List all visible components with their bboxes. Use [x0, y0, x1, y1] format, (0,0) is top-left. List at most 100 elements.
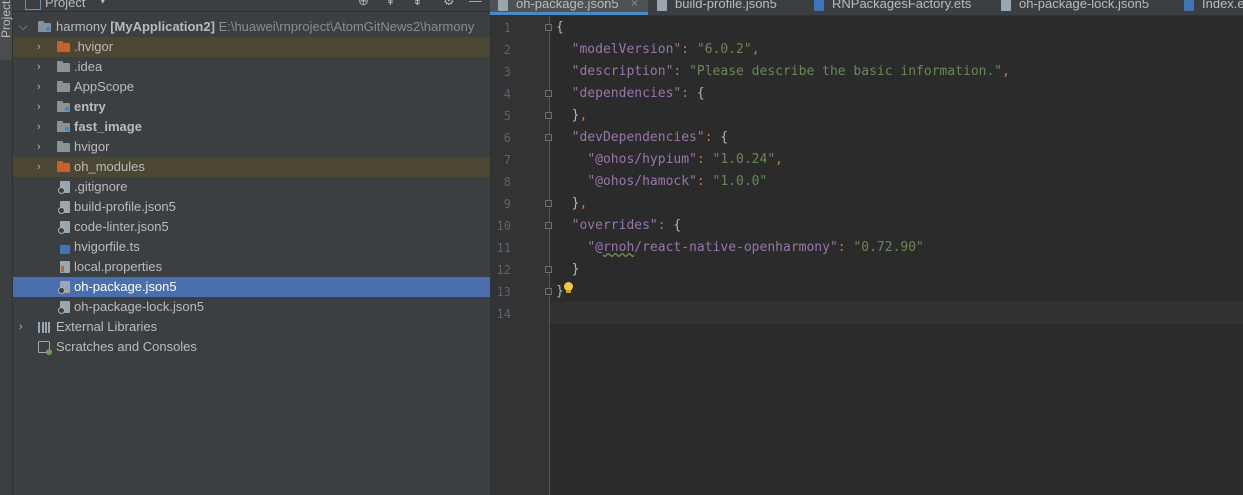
project-panel-header: Project ▾ ⊕ ⇞ ⇟ ⚙ — — [13, 0, 490, 12]
code-line-13[interactable]: } — [556, 281, 564, 303]
tab-label: RNPackagesFactory.ets — [832, 0, 972, 11]
expand-all-icon[interactable]: ⇞ — [385, 0, 396, 9]
chevron-down-icon[interactable]: ⌵ — [19, 17, 27, 37]
json-string: "1.0.24" — [712, 152, 776, 167]
tree-item-label: oh-package-lock.json5 — [74, 299, 205, 314]
tree-item-gitignore[interactable]: .gitignore — [13, 177, 490, 197]
code-line-9[interactable]: }, — [556, 193, 588, 215]
code-line-1[interactable]: { — [556, 17, 564, 39]
locate-icon[interactable]: ⊕ — [358, 0, 369, 9]
json-key: "dependencies" — [571, 86, 682, 101]
project-panel-title[interactable]: Project — [45, 0, 85, 10]
tab-index-ets[interactable]: Index.e — [1176, 0, 1243, 15]
tab-label: Index.e — [1202, 0, 1243, 11]
tree-item-oh-package-lock[interactable]: oh-package-lock.json5 — [13, 297, 490, 317]
tab-build-profile-json5[interactable]: build-profile.json5 — [649, 0, 809, 15]
chevron-right-icon[interactable]: › — [37, 57, 41, 77]
root-module-name: [MyApplication2] — [110, 19, 215, 34]
tree-root-harmony[interactable]: ⌵ harmony [MyApplication2] E:\huawei\rnp… — [13, 17, 490, 37]
fold-marker-icon[interactable] — [545, 24, 552, 31]
collapse-all-icon[interactable]: ⇟ — [412, 0, 423, 9]
json-key: /react-native-openharmony" — [634, 240, 838, 255]
library-icon — [38, 322, 52, 333]
tree-item-external-libraries[interactable]: › External Libraries — [13, 317, 490, 337]
chevron-right-icon[interactable]: › — [19, 317, 23, 337]
fold-marker-icon[interactable] — [545, 112, 552, 119]
code-line-12[interactable]: } — [556, 259, 580, 281]
code-token: { — [720, 130, 729, 145]
json-file-icon — [58, 281, 70, 294]
code-line-3[interactable]: "description": "Please describe the basi… — [556, 61, 1010, 83]
chevron-down-icon[interactable]: ▾ — [100, 0, 106, 7]
fold-marker-icon[interactable] — [545, 222, 552, 229]
tree-item-oh-modules[interactable]: › oh_modules — [13, 157, 490, 177]
chevron-right-icon[interactable]: › — [37, 97, 41, 117]
code-token: } — [556, 284, 564, 299]
line-number: 2 — [503, 43, 511, 57]
tree-item-label: External Libraries — [56, 319, 158, 334]
code-line-6[interactable]: "devDependencies": { — [556, 127, 729, 149]
tree-item-fast-image[interactable]: › fast_image — [13, 117, 490, 137]
tree-item-oh-package[interactable]: oh-package.json5 — [13, 277, 490, 297]
code-line-4[interactable]: "dependencies": { — [556, 83, 705, 105]
chevron-right-icon[interactable]: › — [37, 37, 41, 57]
json-string: "Please describe the basic information." — [689, 64, 1003, 79]
code-line-11[interactable]: "@rnoh/react-native-openharmony": "0.72.… — [556, 237, 924, 259]
tree-item-appscope[interactable]: › AppScope — [13, 77, 490, 97]
fold-marker-icon[interactable] — [545, 200, 552, 207]
json-string: "0.72.90" — [853, 240, 924, 255]
tree-item-hvigor-hidden[interactable]: › .hvigor — [13, 37, 490, 57]
fold-marker-icon[interactable] — [545, 90, 552, 97]
code-line-7[interactable]: "@ohos/hypium": "1.0.24", — [556, 149, 783, 171]
chevron-right-icon[interactable]: › — [37, 117, 41, 137]
tab-label: oh-package.json5 — [516, 0, 619, 11]
folder-icon — [57, 161, 70, 172]
properties-file-icon — [60, 261, 70, 273]
line-number: 10 — [496, 219, 511, 233]
tree-item-idea[interactable]: › .idea — [13, 57, 490, 77]
code-line-8[interactable]: "@ohos/hamock": "1.0.0" — [556, 171, 767, 193]
root-label: harmony [MyApplication2] E:\huawei\rnpro… — [56, 17, 474, 37]
root-path: E:\huawei\rnproject\AtomGitNews2\harmony — [218, 19, 475, 34]
tree-item-label: oh_modules — [74, 159, 145, 174]
module-folder-icon — [57, 121, 70, 132]
json-key: "@ohos/hamock" — [587, 174, 697, 189]
code-token: { — [556, 20, 564, 35]
tree-item-build-profile[interactable]: build-profile.json5 — [13, 197, 490, 217]
code-token: , — [579, 108, 588, 123]
tree-item-entry[interactable]: › entry — [13, 97, 490, 117]
code-token: , — [775, 152, 783, 167]
lightbulb-icon[interactable] — [564, 282, 573, 293]
chevron-right-icon[interactable]: › — [37, 77, 41, 97]
close-icon[interactable]: × — [631, 0, 638, 13]
tree-item-hvigor[interactable]: › hvigor — [13, 137, 490, 157]
code-line-5[interactable]: }, — [556, 105, 588, 127]
chevron-right-icon[interactable]: › — [37, 137, 41, 157]
fold-marker-icon[interactable] — [545, 266, 552, 273]
tab-rnpackagesfactory-ets[interactable]: RNPackagesFactory.ets — [806, 0, 994, 15]
scratches-icon — [38, 341, 52, 355]
fold-marker-icon[interactable] — [545, 134, 552, 141]
ignore-file-icon — [58, 181, 70, 194]
code-line-10[interactable]: "overrides": { — [556, 215, 682, 237]
tool-window-strip: Project — [0, 0, 13, 495]
code-token: : — [704, 130, 721, 145]
hide-icon[interactable]: — — [469, 0, 482, 8]
line-number: 14 — [496, 307, 511, 321]
settings-icon[interactable]: ⚙ — [443, 0, 455, 9]
module-folder-icon — [38, 21, 51, 32]
code-line-2[interactable]: "modelVersion": "6.0.2", — [556, 39, 760, 61]
tree-item-hvigorfile[interactable]: hvigorfile.ts — [13, 237, 490, 257]
tab-oh-package-lock-json5[interactable]: oh-package-lock.json5 — [993, 0, 1177, 15]
project-tool-label[interactable]: Project — [0, 1, 13, 38]
json-key: "modelVersion" — [571, 42, 682, 57]
fold-marker-icon[interactable] — [545, 288, 552, 295]
chevron-right-icon[interactable]: › — [37, 157, 41, 177]
tree-item-local-properties[interactable]: local.properties — [13, 257, 490, 277]
tree-item-code-linter[interactable]: code-linter.json5 — [13, 217, 490, 237]
tab-oh-package-json5[interactable]: oh-package.json5 × — [490, 0, 648, 15]
code-token: : — [673, 64, 690, 79]
tree-item-scratches[interactable]: Scratches and Consoles — [13, 337, 490, 357]
folder-icon — [57, 81, 70, 92]
tree-item-label: fast_image — [74, 119, 142, 134]
